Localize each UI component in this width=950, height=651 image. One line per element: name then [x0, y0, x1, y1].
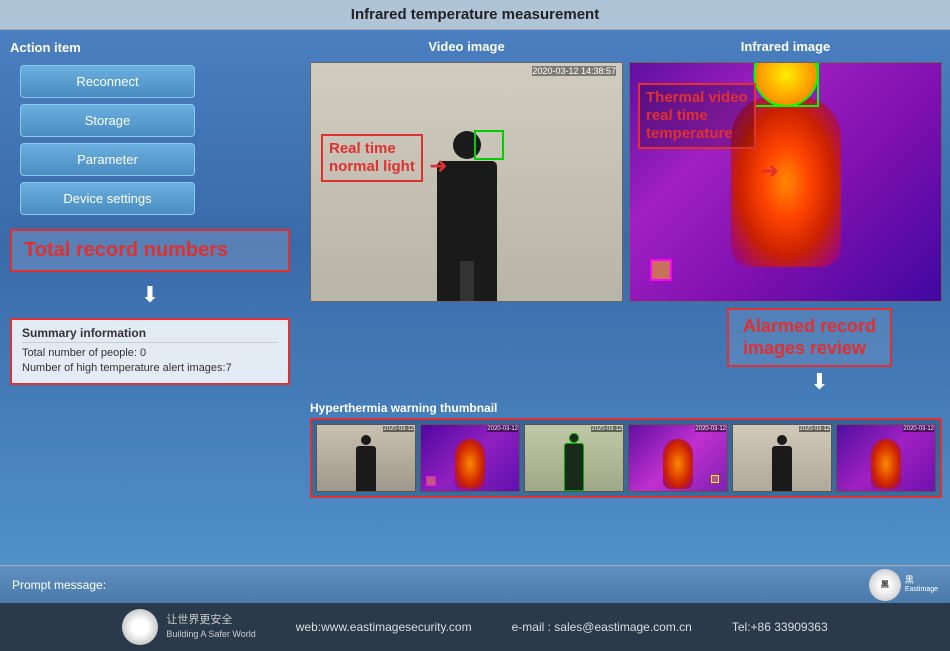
thumb-6[interactable]: 2020-03-12 — [836, 424, 936, 492]
thumb-2-sq — [426, 476, 436, 486]
prompt-label: Prompt message: — [12, 578, 106, 592]
thumb-5[interactable]: 2020-03-12 — [732, 424, 832, 492]
app-title: Infrared temperature measurement — [351, 6, 599, 23]
thumb-6-ts: 2020-03-12 — [903, 426, 934, 432]
thermal-arrow-right: ➜ — [761, 158, 779, 184]
thermal-label: Thermal videoreal timetemperature — [646, 89, 748, 142]
thumbnail-section: Hyperthermia warning thumbnail 2020-03-1… — [310, 401, 942, 557]
thermal-video-frame: 2020-03-12 14:38:57 35.8℃ — [629, 62, 942, 302]
total-record-label: Total record numbers — [24, 239, 228, 261]
face-box-indicator — [474, 130, 504, 160]
alarm-label: Alarmed recordimages review — [743, 316, 876, 358]
thumb-4-person — [663, 439, 693, 489]
thumb-5-ts: 2020-03-12 — [799, 426, 830, 432]
thermal-small-square — [650, 259, 672, 281]
thumb-5-person — [772, 446, 792, 491]
storage-button[interactable]: Storage — [20, 104, 195, 137]
infrared-image-label: Infrared image — [741, 39, 831, 54]
title-bar: Infrared temperature measurement — [0, 0, 950, 30]
thumb-3[interactable]: 2020-03-12 — [524, 424, 624, 492]
footer: 让世界更安全 Building A Safer World web:www.ea… — [0, 603, 950, 651]
footer-tel: Tel:+86 33909363 — [732, 620, 828, 634]
thermal-label-box: Thermal videoreal timetemperature — [638, 83, 756, 149]
thumb-2-person — [455, 439, 485, 489]
footer-email: e-mail : sales@eastimage.com.cn — [512, 620, 692, 634]
thumbnail-label: Hyperthermia warning thumbnail — [310, 401, 942, 415]
video-section: 2020-03-12 14:38:57 Real timenormal ligh… — [310, 62, 942, 302]
alarm-arrow-down: ⬇ — [810, 369, 828, 395]
thumb-4[interactable]: 2020-03-12 — [628, 424, 728, 492]
thumb-3-ts: 2020-03-12 — [591, 426, 622, 432]
logo-text: 黑 Eastimage — [905, 575, 938, 594]
device-settings-button[interactable]: Device settings — [20, 182, 195, 215]
left-panel: Action item Reconnect Storage Parameter … — [0, 30, 310, 565]
alarm-section: Alarmed recordimages review ⬇ — [310, 308, 942, 395]
thumb-1-person — [356, 446, 376, 491]
real-normal-label: Real timenormal light — [329, 140, 415, 175]
thumb-6-person — [871, 439, 901, 489]
thumb-2[interactable]: 2020-03-12 — [420, 424, 520, 492]
thermal-video-block: 2020-03-12 14:38:57 35.8℃ — [629, 62, 942, 302]
action-item-label: Action item — [10, 40, 300, 55]
footer-brand-line2: Building A Safer World — [166, 628, 255, 641]
prompt-bar: Prompt message: 黑 黑 Eastimage — [0, 565, 950, 603]
footer-website: web:www.eastimagesecurity.com — [296, 620, 472, 634]
total-record-arrow: ⬇ — [10, 282, 290, 308]
normal-video-frame: 2020-03-12 14:38:57 Real timenormal ligh… — [310, 62, 623, 302]
thumb-1-ts: 2020-03-12 — [383, 426, 414, 432]
thumb-4-ts: 2020-03-12 — [695, 426, 726, 432]
reconnect-button[interactable]: Reconnect — [20, 65, 195, 98]
thumb-2-ts: 2020-03-12 — [487, 426, 518, 432]
total-record-box: Total record numbers — [10, 229, 290, 272]
parameter-button[interactable]: Parameter — [20, 143, 195, 176]
normal-video-block: 2020-03-12 14:38:57 Real timenormal ligh… — [310, 62, 623, 302]
summary-title: Summary information — [22, 326, 278, 343]
footer-logo-area: 让世界更安全 Building A Safer World — [122, 609, 255, 645]
footer-info: web:www.eastimagesecurity.com e-mail : s… — [296, 620, 828, 634]
video-image-label: Video image — [428, 39, 504, 54]
right-panel: Video image Infrared image 2020-03-12 14… — [310, 30, 950, 565]
summary-row-alerts: Number of high temperature alert images:… — [22, 362, 278, 374]
real-normal-label-box: Real timenormal light — [321, 134, 423, 182]
footer-brand: 让世界更安全 Building A Safer World — [166, 613, 255, 641]
normal-arrow-right: ➜ — [429, 153, 447, 179]
thumb-3-person — [564, 443, 584, 491]
logo-area: 黑 黑 Eastimage — [869, 569, 938, 601]
footer-logo-circle — [122, 609, 158, 645]
thumbnails-row: 2020-03-12 2020-03-12 2020-03-12 — [310, 418, 942, 498]
thumb-4-sq — [711, 475, 719, 483]
thermal-face-box — [754, 62, 819, 107]
alarm-box: Alarmed recordimages review — [727, 308, 892, 367]
summary-box: Summary information Total number of peop… — [10, 318, 290, 385]
summary-row-people: Total number of people: 0 — [22, 347, 278, 359]
main-content: Action item Reconnect Storage Parameter … — [0, 30, 950, 565]
thumb-1[interactable]: 2020-03-12 — [316, 424, 416, 492]
